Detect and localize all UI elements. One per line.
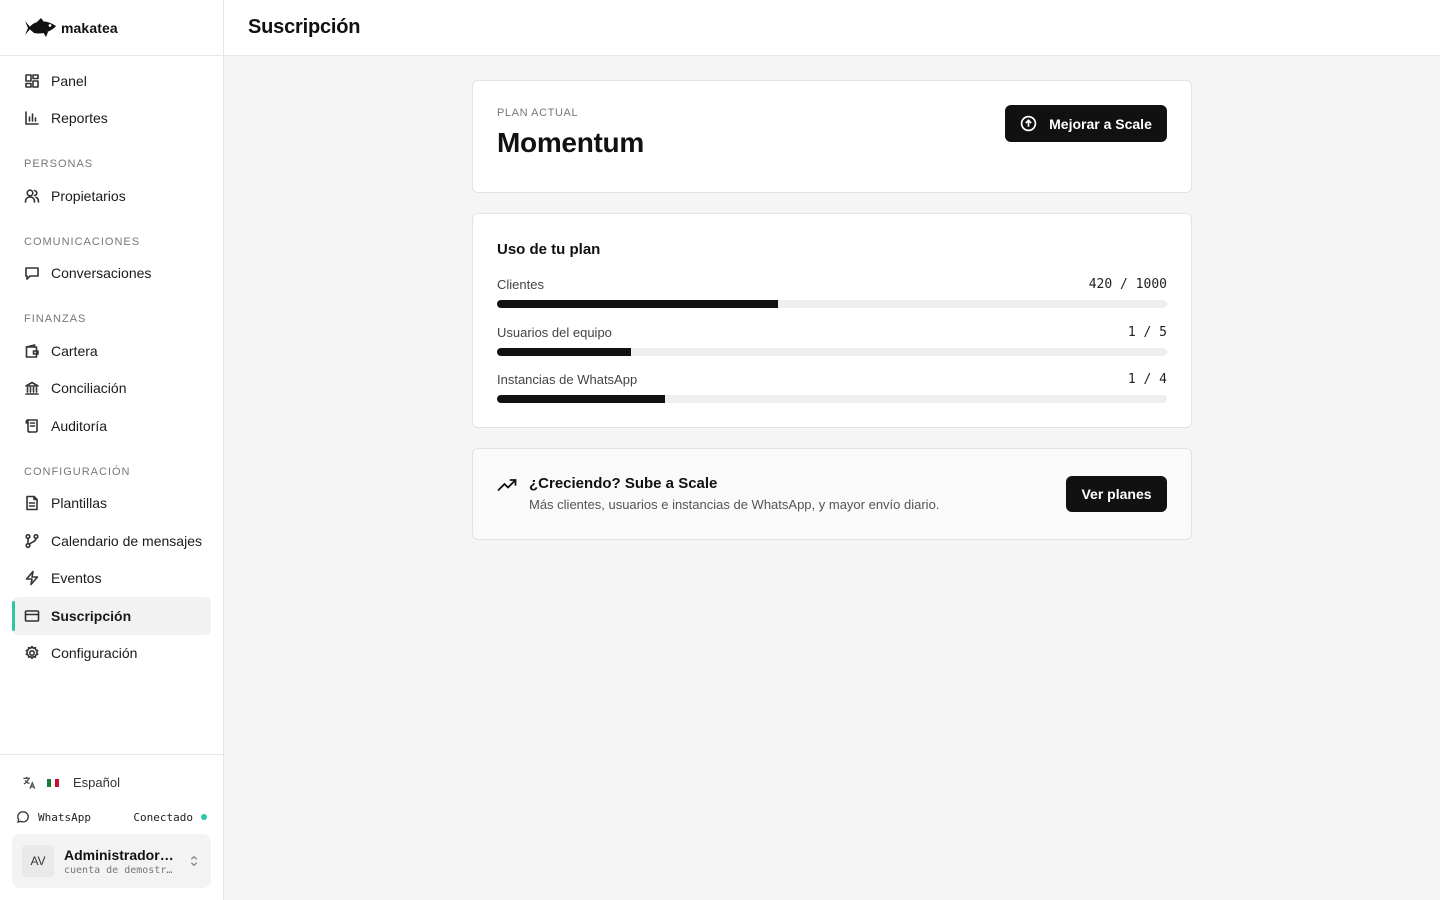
- plan-usage-card: Uso de tu plan Clientes 420 / 1000 Usuar…: [472, 213, 1192, 428]
- sidebar-item-conversaciones[interactable]: Conversaciones: [12, 255, 211, 293]
- usage-row-clientes: Clientes 420 / 1000: [497, 277, 1167, 308]
- user-name: Administradora ...: [64, 846, 176, 863]
- sidebar-item-label: Panel: [51, 72, 87, 89]
- usage-count: 1 / 5: [1127, 325, 1167, 340]
- upsell-description: Más clientes, usuarios e instancias de W…: [529, 497, 940, 512]
- chevron-up-down-icon: [190, 855, 198, 867]
- sidebar-item-label: Plantillas: [51, 495, 108, 512]
- sidebar-item-calendario-mensajes[interactable]: Calendario de mensajes: [12, 522, 211, 560]
- brand-name: makatea: [61, 19, 118, 36]
- sidebar-item-label: Propietarios: [51, 187, 126, 204]
- language-label: Español: [73, 775, 120, 790]
- view-plans-button[interactable]: Ver planes: [1066, 476, 1167, 512]
- bar-chart-icon: [25, 111, 39, 126]
- zap-icon: [25, 570, 39, 586]
- sidebar-item-configuracion[interactable]: Configuración: [12, 635, 211, 673]
- sidebar-item-label: Reportes: [51, 110, 108, 127]
- usage-count: 420 / 1000: [1088, 277, 1167, 292]
- usage-row-usuarios: Usuarios del equipo 1 / 5: [497, 325, 1167, 356]
- upgrade-button-label: Mejorar a Scale: [1049, 115, 1152, 132]
- message-icon: [25, 267, 39, 281]
- sidebar-item-propietarios[interactable]: Propietarios: [12, 177, 211, 215]
- sidebar-item-label: Conversaciones: [51, 265, 152, 282]
- sidebar-item-panel[interactable]: Panel: [12, 62, 211, 100]
- avatar: AV: [22, 845, 54, 877]
- credit-card-icon: [24, 609, 40, 622]
- user-menu[interactable]: AV Administradora ... cuenta de demostr…: [12, 834, 211, 888]
- upgrade-button[interactable]: Mejorar a Scale: [1005, 105, 1167, 142]
- sidebar-item-plantillas[interactable]: Plantillas: [12, 485, 211, 523]
- git-branch-icon: [25, 533, 39, 548]
- sidebar: makatea Panel Reportes PERSONAS Propieta…: [0, 0, 224, 900]
- usage-bar: [497, 348, 1167, 356]
- sidebar-item-label: Eventos: [51, 570, 102, 587]
- translate-icon: [23, 776, 36, 789]
- users-icon: [24, 189, 40, 203]
- section-label-comunicaciones: COMUNICACIONES: [24, 235, 141, 248]
- whatsapp-status-text: Conectado: [133, 810, 193, 824]
- fish-logo-icon: [25, 17, 56, 37]
- brand[interactable]: makatea: [0, 0, 223, 56]
- wallet-icon: [25, 343, 39, 358]
- current-plan-card: PLAN ACTUAL Momentum Mejorar a Scale: [472, 80, 1192, 193]
- usage-label: Clientes: [497, 277, 544, 292]
- usage-count: 1 / 4: [1127, 372, 1167, 387]
- sidebar-item-label: Calendario de mensajes: [51, 532, 202, 549]
- user-account: cuenta de demostr…: [64, 864, 173, 876]
- whatsapp-label: WhatsApp: [38, 810, 91, 824]
- dashboard-icon: [25, 73, 39, 88]
- usage-label: Usuarios del equipo: [497, 325, 612, 340]
- usage-bar-fill: [497, 395, 665, 403]
- sidebar-item-reportes[interactable]: Reportes: [12, 100, 211, 138]
- upsell-title: ¿Creciendo? Sube a Scale: [529, 475, 718, 492]
- sidebar-item-eventos[interactable]: Eventos: [12, 560, 211, 598]
- sidebar-item-label: Suscripción: [51, 607, 132, 624]
- scroll-icon: [25, 418, 38, 433]
- sidebar-item-label: Auditoría: [51, 417, 108, 434]
- sidebar-item-label: Cartera: [51, 342, 98, 359]
- sidebar-item-suscripcion[interactable]: Suscripción: [12, 597, 211, 635]
- sidebar-item-conciliacion[interactable]: Conciliación: [12, 370, 211, 408]
- top-bar: Suscripción: [224, 0, 1440, 56]
- sidebar-nav: Panel Reportes PERSONAS Propietarios COM…: [0, 56, 223, 672]
- usage-bar-fill: [497, 300, 779, 308]
- section-label-configuracion: CONFIGURACIÓN: [24, 465, 131, 478]
- page-title: Suscripción: [248, 16, 361, 38]
- sidebar-item-label: Configuración: [51, 645, 138, 662]
- usage-bar: [497, 300, 1167, 308]
- user-text: Administradora ... cuenta de demostr…: [64, 847, 187, 876]
- file-text-icon: [26, 495, 38, 511]
- usage-label: Instancias de WhatsApp: [497, 372, 638, 387]
- trending-up-icon: [497, 479, 517, 491]
- sidebar-item-cartera[interactable]: Cartera: [12, 332, 211, 370]
- section-label-personas: PERSONAS: [24, 158, 94, 170]
- mexico-flag-icon: [47, 778, 59, 787]
- gear-icon: [25, 645, 39, 660]
- usage-row-whatsapp: Instancias de WhatsApp 1 / 4: [497, 372, 1167, 403]
- whatsapp-icon: [17, 811, 29, 824]
- usage-bar: [497, 395, 1167, 403]
- bank-icon: [25, 381, 39, 396]
- language-selector[interactable]: Español: [22, 775, 120, 790]
- whatsapp-connection: Conectado: [133, 811, 207, 824]
- upsell-card: ¿Creciendo? Sube a Scale Más clientes, u…: [472, 448, 1192, 540]
- whatsapp-status-row: WhatsApp Conectado: [16, 810, 207, 824]
- sidebar-footer: Español WhatsApp Conectado AV Administra…: [0, 754, 223, 900]
- arrow-up-circle-icon: [1020, 115, 1037, 132]
- usage-bar-fill: [497, 348, 631, 356]
- status-dot-icon: [201, 814, 207, 820]
- sidebar-item-auditoria[interactable]: Auditoría: [12, 407, 211, 445]
- usage-title: Uso de tu plan: [497, 241, 601, 258]
- sidebar-item-label: Conciliación: [51, 380, 127, 397]
- section-label-finanzas: FINANZAS: [24, 313, 87, 325]
